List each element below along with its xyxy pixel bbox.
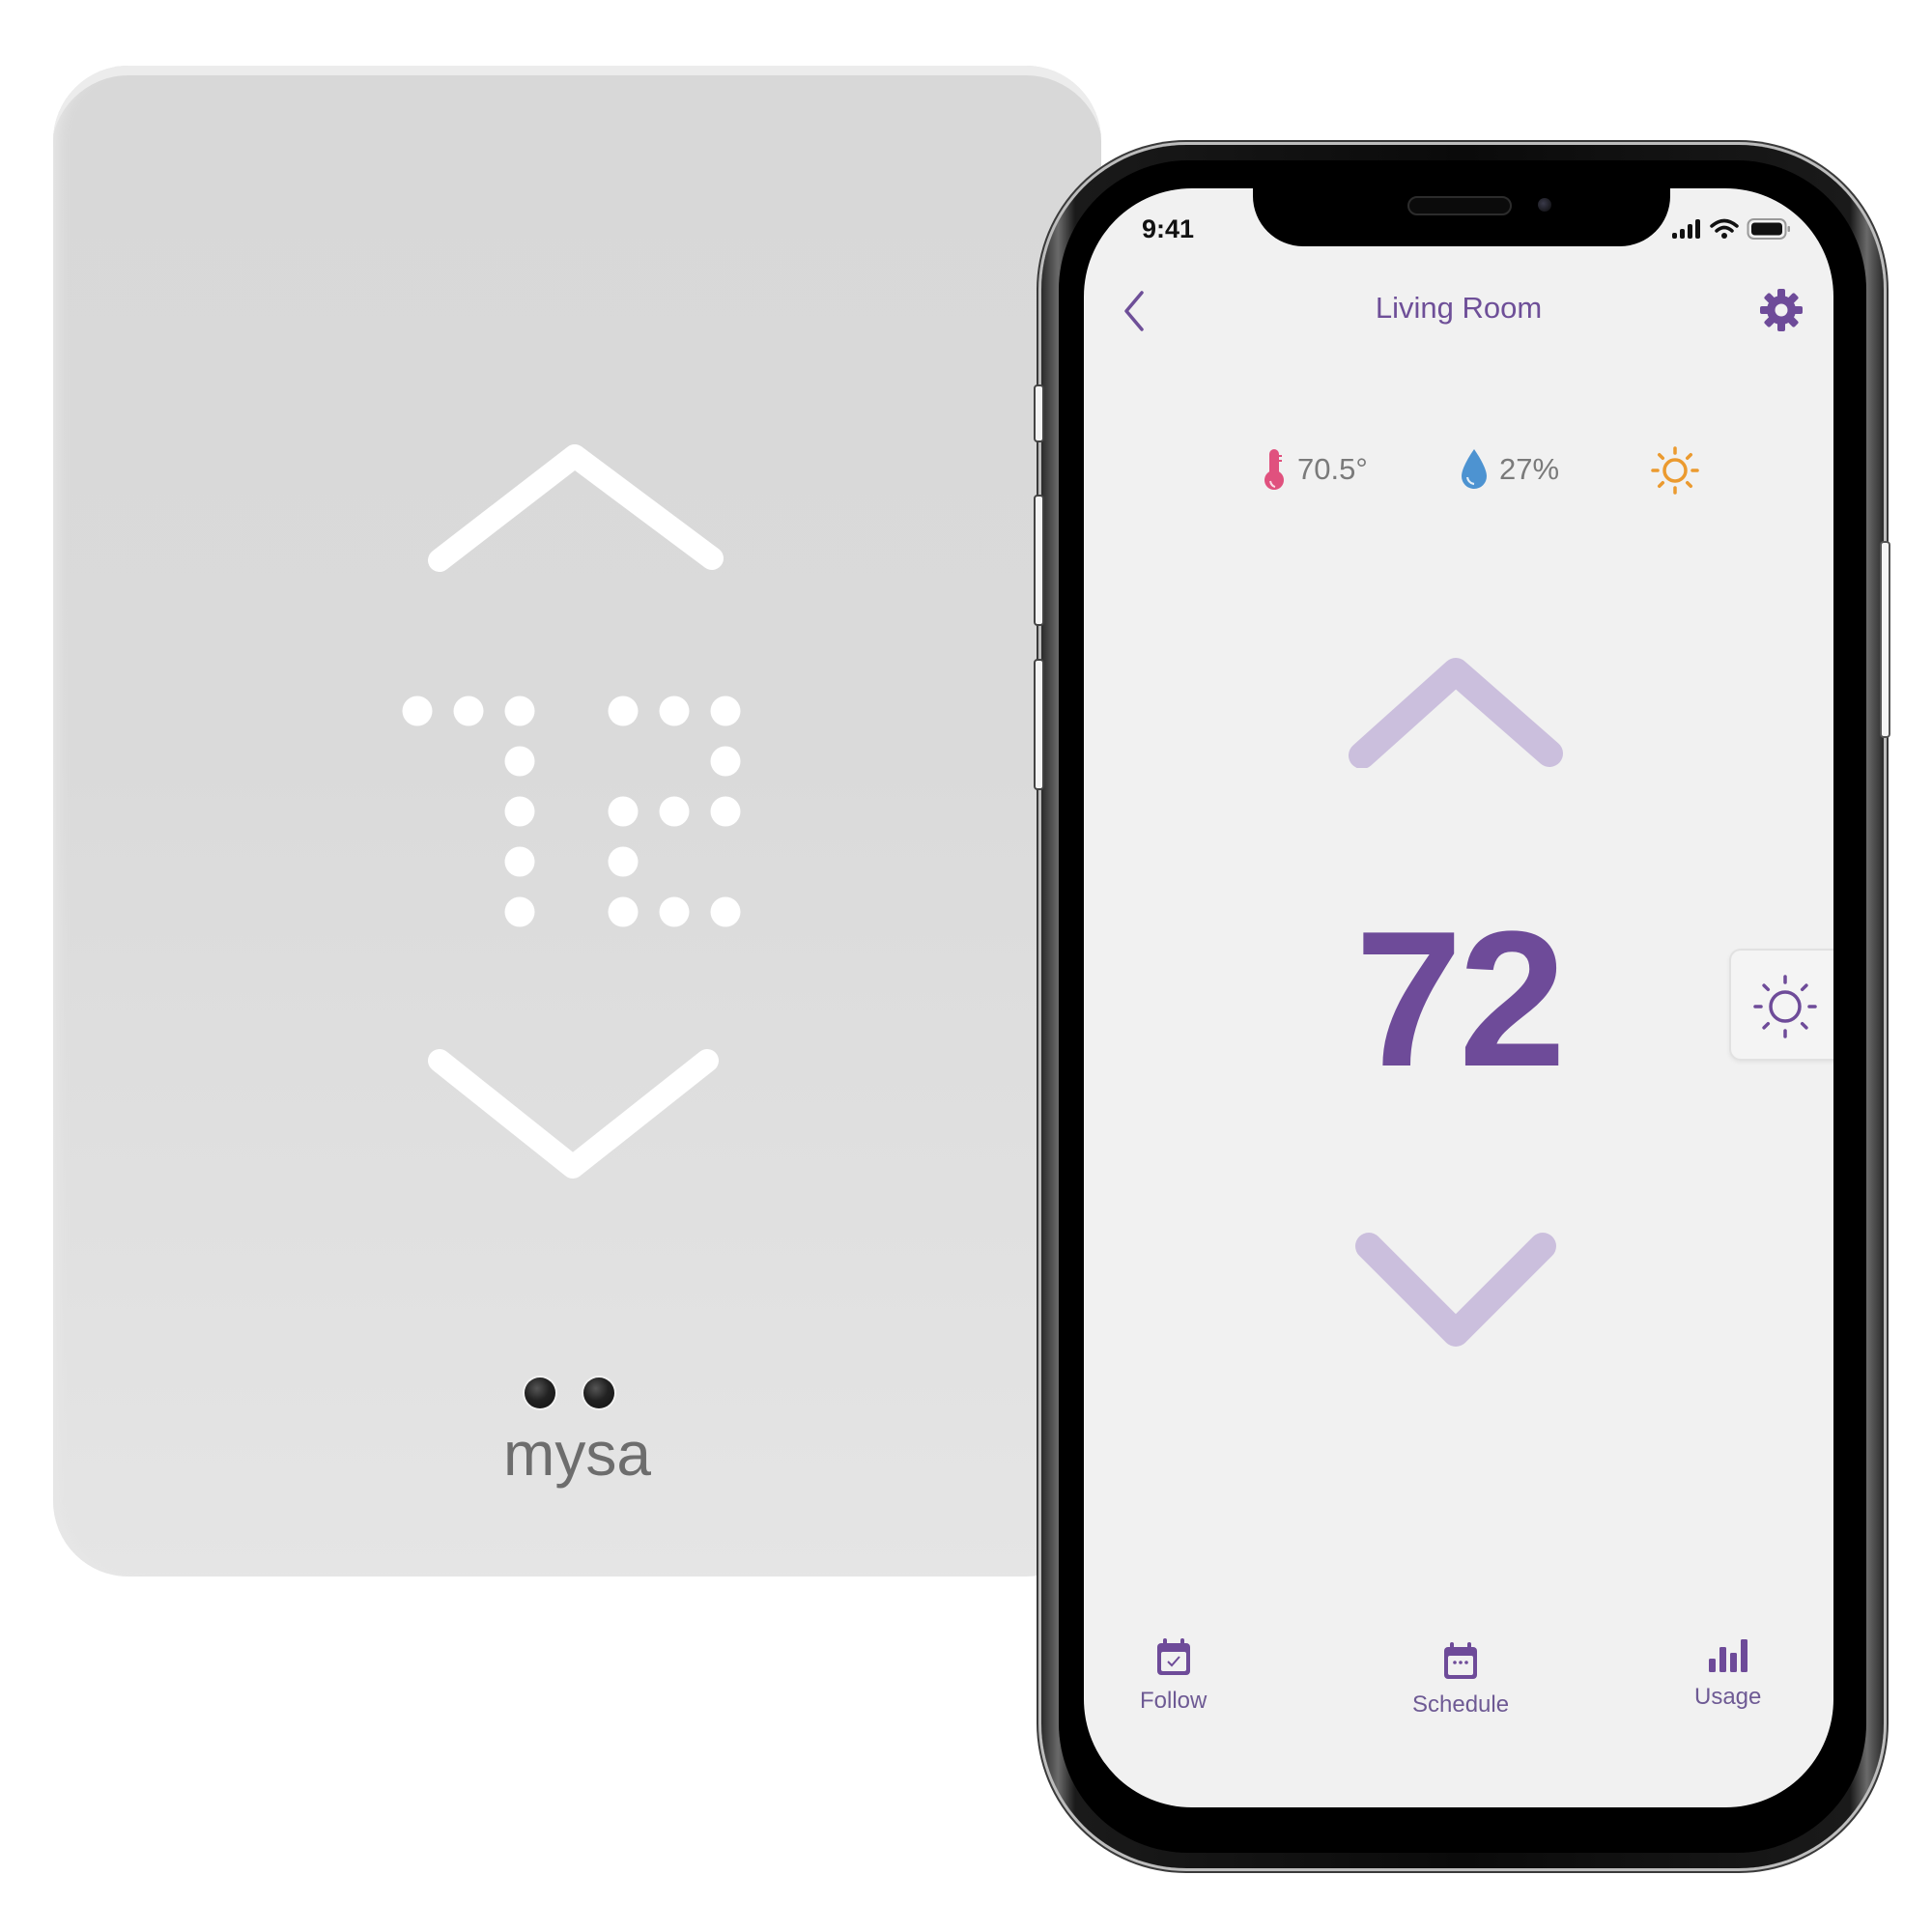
thermostat-face	[402, 444, 741, 1179]
display-dot	[504, 696, 535, 726]
tab-label: Follow	[1140, 1688, 1208, 1714]
battery-icon	[1747, 218, 1790, 240]
mysa-thermostat: mysa	[53, 66, 1101, 1577]
tab-label: Usage	[1694, 1684, 1762, 1710]
increase-setpoint-button[interactable]	[1345, 652, 1577, 768]
display-dot	[453, 696, 484, 726]
calendar-icon	[1444, 1642, 1478, 1679]
volume-up-button	[1034, 495, 1044, 626]
thermostat-up-button[interactable]	[428, 444, 724, 572]
readings-row: 70.5° 27%	[1084, 446, 1833, 505]
display-dot	[504, 796, 535, 827]
water-drop-icon	[1462, 449, 1487, 489]
wifi-icon	[1710, 218, 1739, 239]
room-title: Living Room	[1375, 291, 1543, 325]
display-dot	[402, 696, 433, 726]
cellular-signal-icon	[1672, 219, 1700, 239]
display-dot	[608, 696, 639, 726]
tab-follow[interactable]: Follow	[1140, 1637, 1207, 1715]
display-dot	[504, 896, 535, 927]
tab-schedule[interactable]: Schedule	[1412, 1641, 1509, 1719]
display-dot	[710, 796, 741, 827]
chevron-up-icon	[1349, 658, 1563, 768]
setpoint-temperature: 72	[1354, 892, 1566, 1107]
sensor-right	[583, 1378, 614, 1408]
humidity-value: 27%	[1499, 452, 1560, 486]
sensor-left	[525, 1378, 555, 1408]
decrease-setpoint-button[interactable]	[1345, 1232, 1577, 1348]
thermostat-down-button[interactable]	[428, 1049, 719, 1179]
display-dot	[659, 796, 690, 827]
sun-icon	[1753, 975, 1817, 1038]
temperature-reading: 70.5°	[1261, 447, 1368, 492]
status-time: 9:41	[1142, 214, 1195, 243]
sun-icon	[1651, 446, 1699, 495]
thermometer-icon	[1264, 449, 1284, 490]
display-dot	[710, 746, 741, 777]
display-dot	[608, 896, 639, 927]
settings-button[interactable]	[1758, 287, 1804, 333]
display-dot	[504, 846, 535, 877]
tab-usage[interactable]: Usage	[1694, 1637, 1761, 1711]
display-dot	[659, 896, 690, 927]
display-dot	[608, 796, 639, 827]
chevron-down-icon	[1355, 1233, 1556, 1347]
display-dot	[659, 696, 690, 726]
humidity-reading: 27%	[1459, 447, 1559, 492]
calendar-check-icon	[1156, 1638, 1190, 1675]
app-screen: 9:41 Living Room 70.5° 27% 72 Follow Sch…	[1084, 188, 1833, 1807]
volume-down-button	[1034, 659, 1044, 790]
status-icons	[1671, 217, 1791, 241]
display-dot	[710, 896, 741, 927]
bottom-tab-bar: Follow Schedule Usage	[1084, 1637, 1833, 1744]
temperature-value: 70.5°	[1297, 452, 1368, 486]
gear-icon	[1760, 289, 1803, 331]
earpiece-speaker	[1407, 196, 1512, 215]
mode-toggle-tab[interactable]	[1729, 949, 1833, 1061]
display-dot	[710, 696, 741, 726]
mute-switch	[1034, 384, 1044, 442]
bar-chart-icon	[1708, 1639, 1747, 1672]
tab-label: Schedule	[1412, 1691, 1510, 1718]
dot-matrix-display	[402, 696, 741, 927]
app-header: Living Room	[1084, 275, 1833, 343]
power-button	[1880, 541, 1890, 738]
display-dot	[608, 846, 639, 877]
notch	[1253, 188, 1670, 246]
brand-logo: mysa	[503, 1419, 651, 1489]
display-dot	[504, 746, 535, 777]
front-camera	[1538, 198, 1551, 212]
